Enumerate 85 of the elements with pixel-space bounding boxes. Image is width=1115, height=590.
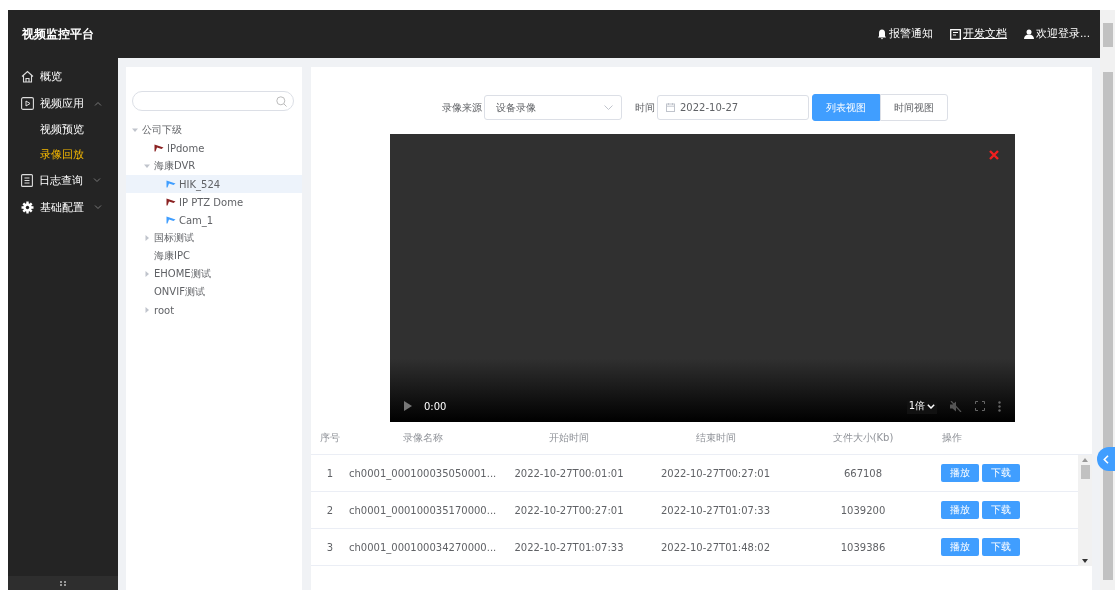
resize-handle[interactable]	[8, 576, 118, 590]
tree-node[interactable]: 公司下级	[126, 121, 302, 139]
tree-node[interactable]: ONVIF测试	[126, 283, 302, 301]
header-link[interactable]: 开发文档	[950, 27, 1007, 41]
table-cell-text: 1	[325, 467, 335, 479]
table-cell-text: 2022-10-27T01:07:33	[513, 541, 625, 553]
tree-node[interactable]: EHOME测试	[126, 265, 302, 283]
menu-item[interactable]: 日志查询	[8, 167, 118, 194]
table-cell-text: 1039200	[839, 504, 887, 516]
table-cell-text: 2022-10-27T01:48:02	[659, 541, 772, 553]
tree-node[interactable]: 国标测试	[126, 229, 302, 247]
header-link[interactable]: 欢迎登录...	[1024, 27, 1090, 41]
column-header: 文件大小(Kb)	[831, 431, 895, 445]
table-cell-text: 2	[325, 504, 335, 516]
column-header: 开始时间	[548, 431, 590, 445]
table-cell-text: 2022-10-27T01:07:33	[659, 504, 772, 516]
submenu-item[interactable]: 视频预览	[8, 117, 118, 142]
table-cell-text: 3	[325, 541, 335, 553]
chevron-icon	[94, 101, 102, 106]
column-header: 序号	[319, 431, 341, 445]
home-icon	[21, 70, 34, 83]
column-header: 结束时间	[694, 431, 737, 445]
tree-node[interactable]: IP PTZ Dome	[126, 193, 302, 211]
scrollbar[interactable]	[1100, 10, 1115, 58]
fullscreen-icon[interactable]	[975, 401, 985, 411]
header-link[interactable]: 报警通知	[877, 27, 933, 41]
source-label: 录像来源	[442, 100, 482, 115]
tree-node[interactable]: root	[126, 301, 302, 319]
source-select[interactable]: 设备录像	[484, 95, 622, 120]
tree-node[interactable]: HIK_524	[126, 175, 302, 193]
caret-icon	[144, 307, 150, 313]
chevron-icon	[604, 105, 613, 110]
table-cell: ch0001_000100035170000...	[349, 504, 496, 516]
scroll-thumb[interactable]	[1102, 72, 1113, 580]
scrollbar[interactable]	[1078, 455, 1092, 566]
scroll-thumb[interactable]	[1102, 23, 1113, 47]
view-toggle[interactable]: 时间视图	[880, 94, 948, 121]
menu-item[interactable]: 基础配置	[8, 194, 118, 221]
caret-icon	[144, 163, 150, 169]
chevron-icon	[94, 205, 102, 210]
caret-icon	[144, 271, 150, 277]
scroll-up-icon[interactable]	[1082, 458, 1088, 462]
settings-icon	[21, 201, 34, 214]
scrollbar[interactable]	[1100, 58, 1115, 590]
muted-icon[interactable]	[950, 400, 962, 412]
user-icon	[1024, 29, 1034, 39]
app-title: 视频监控平台	[22, 25, 94, 43]
table-cell-text: 667108	[842, 467, 884, 479]
calendar-icon	[666, 103, 675, 112]
scroll-thumb[interactable]	[1080, 465, 1090, 479]
table-cell-text: 2022-10-27T00:27:01	[513, 504, 625, 516]
date-field[interactable]: 2022-10-27	[657, 95, 809, 120]
play-icon[interactable]	[404, 401, 412, 411]
tree-node[interactable]: 海康IPC	[126, 247, 302, 265]
table-cell-text: 1039386	[839, 541, 887, 553]
table-cell: ch0001_000100034270000...	[349, 541, 496, 553]
table-cell: ch0001_000100035050001...	[349, 467, 496, 479]
chevron-left-icon	[1103, 454, 1109, 464]
search-icon	[276, 95, 287, 107]
menu-item[interactable]: 概览	[8, 63, 118, 90]
video-player[interactable]: 0:00 1倍	[390, 134, 1015, 422]
tree-node[interactable]: 海康DVR	[126, 157, 302, 175]
submenu-item[interactable]: 录像回放	[8, 142, 118, 167]
document-icon	[950, 28, 961, 40]
speed-dropdown[interactable]: 1倍	[906, 398, 937, 414]
bell-icon	[877, 28, 887, 40]
close-icon[interactable]	[989, 150, 999, 160]
caret-icon	[132, 127, 138, 133]
chevron-icon	[93, 178, 101, 183]
scroll-down-icon[interactable]	[1082, 559, 1088, 563]
column-header: 操作	[941, 431, 962, 445]
caret-icon	[144, 235, 150, 241]
tree-node[interactable]: Cam_1	[126, 211, 302, 229]
table-cell-text: 2022-10-27T00:01:01	[513, 467, 625, 479]
play-icon	[21, 97, 34, 110]
menu-item[interactable]: 视频应用	[8, 90, 118, 117]
table-cell-text: 2022-10-27T00:27:01	[659, 467, 772, 479]
grip-icon	[60, 580, 66, 586]
time-label: 时间	[635, 100, 655, 115]
more-icon[interactable]	[998, 400, 1001, 412]
video-time: 0:00	[424, 400, 447, 412]
column-header: 录像名称	[401, 431, 444, 445]
chevron-icon	[927, 403, 935, 409]
list-icon	[21, 174, 33, 187]
tree-node[interactable]: IPdome	[126, 139, 302, 157]
